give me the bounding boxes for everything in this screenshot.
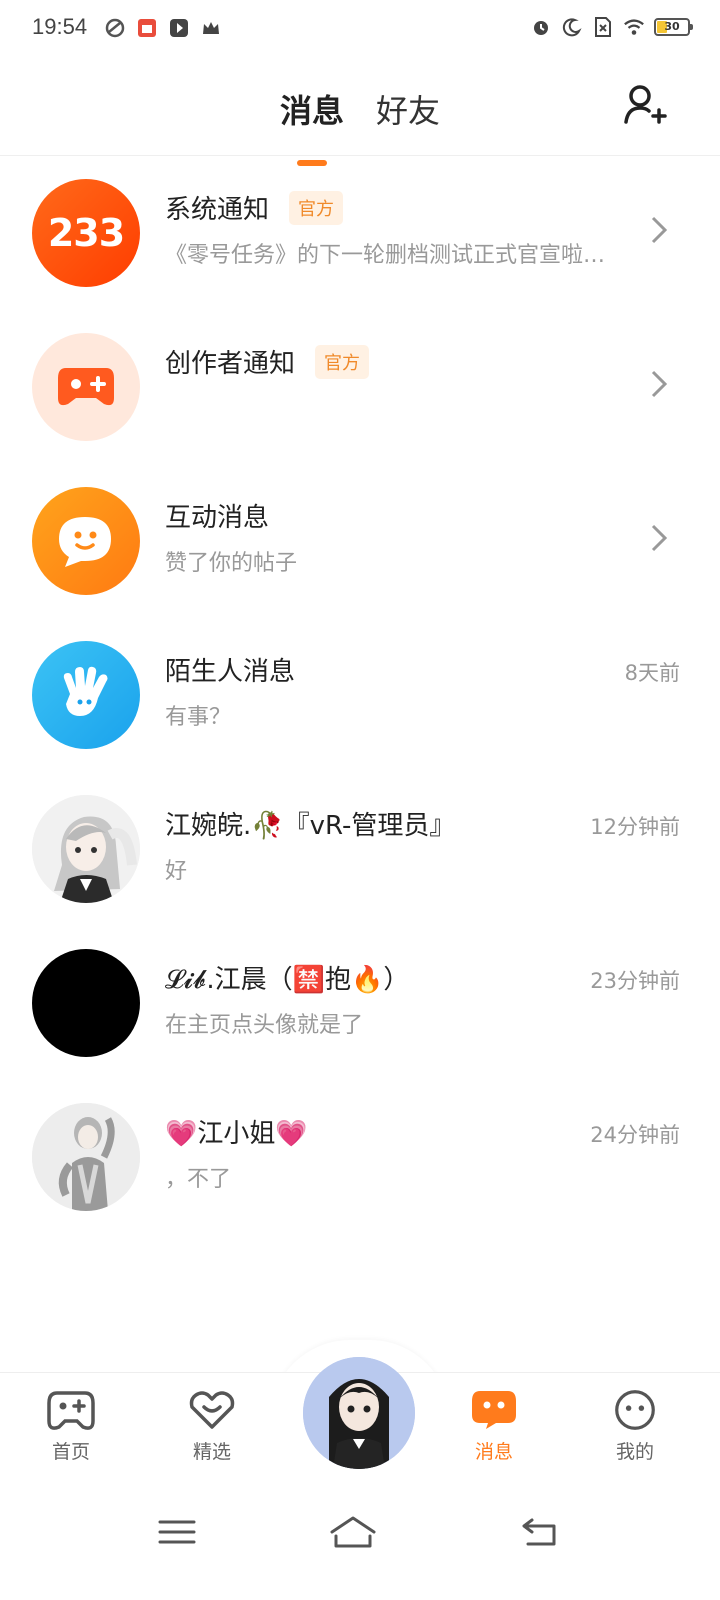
- black-avatar: [32, 949, 140, 1057]
- title-row: 陌生人消息: [165, 651, 295, 688]
- crown-icon: [200, 17, 222, 39]
- message-preview: 《零号任务》的下一轮删档测试正式官宣啦…: [165, 243, 606, 268]
- message-time: 12分钟前: [590, 815, 680, 839]
- message-title: 江婉皖.🥀『vR-管理员』: [165, 811, 456, 841]
- moon-icon: [561, 16, 583, 38]
- nav-profile[interactable]: 我的: [585, 1389, 685, 1464]
- message-title: 互动消息: [165, 503, 270, 533]
- nav-messages-label: 消息: [474, 1441, 513, 1463]
- smile-bubble-icon: [32, 487, 140, 595]
- chat-icon: [472, 1391, 516, 1429]
- face-icon: [615, 1390, 655, 1430]
- header: 消息 好友: [0, 56, 720, 166]
- nav-profile-label: 我的: [615, 1441, 654, 1463]
- list-item-system-notice[interactable]: 233 系统通知 官方 《零号任务》的下一轮删档测试正式官宣啦…: [0, 157, 720, 311]
- nav-messages[interactable]: 消息: [444, 1389, 544, 1464]
- system-nav: [0, 1484, 720, 1600]
- title-row: 江婉皖.🥀『vR-管理员』: [165, 805, 455, 842]
- user-avatar: [32, 1103, 140, 1211]
- message-preview: 好: [165, 859, 188, 884]
- status-bar: 19:54 30: [0, 0, 720, 56]
- message-title: 💗江小姐💗: [165, 1119, 308, 1149]
- tab-bar: 消息 好友: [0, 86, 720, 166]
- nav-home-label: 首页: [51, 1441, 90, 1463]
- user-avatar: [32, 795, 140, 903]
- list-item-chat[interactable]: 江婉皖.🥀『vR-管理员』 好 12分钟前: [0, 773, 720, 927]
- status-right-icons: 30: [530, 16, 693, 38]
- list-item-stranger-messages[interactable]: 陌生人消息 有事？ 8天前: [0, 619, 720, 773]
- back-icon[interactable]: [516, 1512, 566, 1552]
- list-item-chat[interactable]: 𝓛𝓲𝓫.江晨（🈲抱🔥） 在主页点头像就是了 23分钟前: [0, 927, 720, 1081]
- chevron-right-icon: [651, 370, 668, 398]
- tab-messages-label: 消息: [279, 92, 344, 130]
- message-preview: 赞了你的帖子: [165, 551, 298, 576]
- battery-icon: 30: [654, 18, 693, 36]
- list-item-interactions[interactable]: 互动消息 赞了你的帖子: [0, 465, 720, 619]
- home-icon[interactable]: [328, 1512, 378, 1552]
- nav-featured-label: 精选: [192, 1441, 231, 1463]
- message-preview: 有事？: [165, 705, 232, 730]
- message-title: 𝓛𝓲𝓫.江晨（🈲抱🔥）: [165, 965, 410, 995]
- title-row: 互动消息: [165, 497, 269, 534]
- chevron-right-icon: [651, 216, 668, 244]
- nav-featured[interactable]: 精选: [162, 1389, 262, 1464]
- tab-messages[interactable]: 消息: [279, 86, 344, 166]
- system-233-avatar: 233: [32, 179, 140, 287]
- chevron-right-icon: [651, 524, 668, 552]
- official-badge: 官方: [315, 344, 370, 379]
- gamepad-plus-icon: [32, 333, 140, 441]
- status-time: 19:54: [32, 14, 88, 39]
- official-badge: 官方: [289, 190, 344, 225]
- sim-off-icon: [592, 16, 614, 38]
- message-title: 系统通知: [165, 195, 270, 225]
- message-time: 23分钟前: [590, 969, 680, 993]
- add-user-icon[interactable]: [622, 82, 668, 128]
- play-icon: [168, 17, 190, 39]
- message-preview: 在主页点头像就是了: [165, 1013, 364, 1038]
- message-title: 创作者通知: [165, 349, 296, 379]
- nav-home[interactable]: 首页: [21, 1389, 121, 1464]
- gamepad-icon: [47, 1391, 95, 1430]
- tab-friends-label: 好友: [376, 92, 441, 130]
- title-row: 💗江小姐💗: [165, 1113, 308, 1150]
- list-item-creator-notice[interactable]: 创作者通知 官方: [0, 311, 720, 465]
- tab-friends[interactable]: 好友: [376, 86, 440, 132]
- message-title: 陌生人消息: [165, 657, 296, 687]
- battery-level: 30: [664, 20, 680, 33]
- message-preview: ，不了: [165, 1167, 232, 1192]
- message-time: 24分钟前: [590, 1123, 680, 1147]
- alarm-icon: [530, 16, 552, 38]
- message-list: 233 系统通知 官方 《零号任务》的下一轮删档测试正式官宣啦… 创作者通知 官…: [0, 157, 720, 1235]
- hand-wave-icon: [32, 641, 140, 749]
- wifi-icon: [623, 16, 645, 38]
- list-item-chat[interactable]: 💗江小姐💗 ，不了 24分钟前: [0, 1081, 720, 1235]
- message-time: 8天前: [624, 661, 680, 685]
- title-row: 系统通知 官方: [165, 189, 344, 226]
- title-row: 创作者通知 官方: [165, 343, 370, 380]
- avatar-233-text: 233: [47, 211, 125, 255]
- shop-icon: [136, 17, 158, 39]
- status-left-icons: [104, 17, 222, 39]
- menu-icon[interactable]: [152, 1512, 202, 1552]
- leaf-icon: [104, 17, 126, 39]
- profile-avatar[interactable]: [303, 1357, 415, 1469]
- heart-badge-icon: [189, 1391, 235, 1429]
- title-row: 𝓛𝓲𝓫.江晨（🈲抱🔥）: [165, 959, 409, 996]
